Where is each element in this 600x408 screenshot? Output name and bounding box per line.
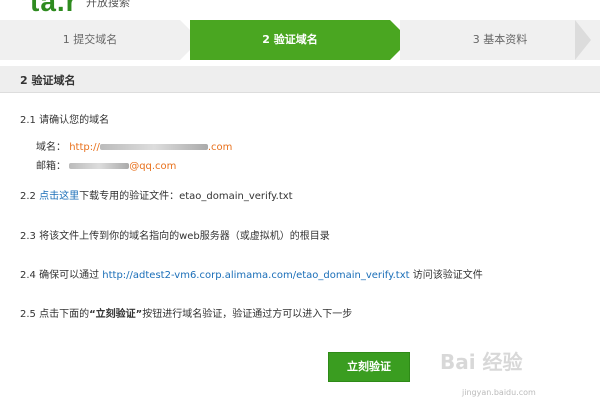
download-link[interactable]: 点击这里 — [39, 191, 79, 202]
instruction-2-1: 2.1 请确认您的域名 — [20, 115, 110, 126]
verify-file-link[interactable]: http://adtest2-vm6.corp.alimama.com/etao… — [102, 270, 409, 281]
instruction-2-2: 2.2 点击这里下载专用的验证文件：etao_domain_verify.txt — [20, 187, 293, 202]
email-row: 邮箱： @qq.com — [36, 157, 176, 172]
email-value-suffix: @qq.com — [129, 161, 177, 172]
instruction-bold: “立刻验证” — [89, 309, 143, 320]
step-label: 3 基本资料 — [472, 33, 528, 46]
step-verify-domain: 2 验证域名 — [190, 20, 390, 60]
domain-row: 域名： http:// .com — [36, 138, 232, 153]
watermark-sub: jingyan.baidu.com — [462, 388, 536, 397]
section-title: 2 验证域名 — [20, 74, 76, 87]
logo-subtitle: 开放搜索 — [86, 0, 130, 9]
site-logo: ta.r — [30, 0, 78, 17]
step-label: 2 验证域名 — [262, 33, 318, 46]
instruction-2-5: 2.5 点击下面的“立刻验证”按钮进行域名验证，验证通过方可以进入下一步 — [20, 305, 352, 320]
instruction-2-4: 2.4 确保可以通过 http://adtest2-vm6.corp.alima… — [20, 266, 483, 281]
instruction-prefix: 2.4 确保可以通过 — [20, 270, 103, 281]
progress-steps: 1 提交域名 2 验证域名 3 基本资料 — [0, 20, 600, 60]
domain-label: 域名： — [36, 142, 66, 153]
watermark: Bai 经验 — [440, 350, 523, 374]
instruction-prefix: 2.5 点击下面的 — [20, 309, 90, 320]
instruction-suffix: 按钮进行域名验证，验证通过方可以进入下一步 — [142, 309, 353, 320]
logo-strip: ta.r 开放搜索 — [0, 0, 600, 17]
instruction-prefix: 2.2 — [20, 191, 40, 202]
instruction-suffix: 访问该验证文件 — [409, 270, 483, 281]
step-submit-domain: 1 提交域名 — [0, 20, 180, 60]
domain-value-prefix: http:// — [69, 142, 100, 153]
email-label: 邮箱： — [36, 161, 66, 172]
step-label: 1 提交域名 — [62, 33, 118, 46]
domain-value: http:// .com — [69, 142, 232, 153]
instruction-suffix: 下载专用的验证文件：etao_domain_verify.txt — [79, 191, 293, 202]
domain-value-suffix: .com — [207, 142, 233, 153]
instruction-2-3: 2.3 将该文件上传到你的域名指向的web服务器（或虚拟机）的根目录 — [20, 231, 330, 242]
redacted-domain — [99, 144, 208, 150]
step-arrow-end — [575, 20, 591, 60]
step-basic-info: 3 基本资料 — [400, 20, 600, 60]
section-header: 2 验证域名 — [0, 66, 600, 93]
email-value: @qq.com — [69, 161, 176, 172]
verify-now-button[interactable]: 立刻验证 — [328, 352, 410, 382]
redacted-email — [69, 163, 130, 169]
